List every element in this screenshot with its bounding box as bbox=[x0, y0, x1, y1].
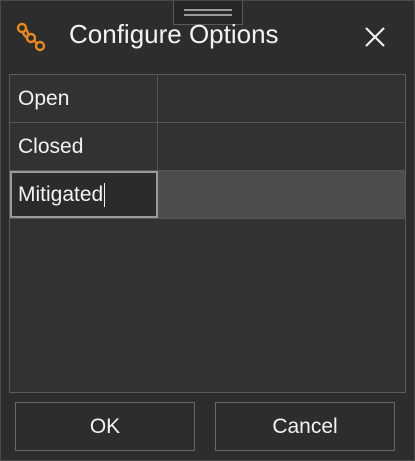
table-row-selected[interactable]: Mitigated bbox=[10, 171, 405, 219]
option-name-cell[interactable]: Open bbox=[10, 75, 158, 122]
cancel-button[interactable]: Cancel bbox=[215, 402, 395, 451]
configure-options-dialog: Configure Options Open Closed Mitigated … bbox=[0, 0, 415, 461]
table-row[interactable]: Closed bbox=[10, 123, 405, 171]
dialog-title: Configure Options bbox=[69, 19, 279, 49]
ok-button[interactable]: OK bbox=[15, 402, 195, 451]
option-name-input-text: Mitigated bbox=[18, 183, 104, 206]
close-icon bbox=[365, 27, 385, 47]
workflow-nodes-icon bbox=[15, 21, 47, 53]
option-value-cell[interactable] bbox=[158, 123, 405, 170]
option-name-editor[interactable]: Mitigated bbox=[10, 171, 158, 218]
close-button[interactable] bbox=[357, 19, 393, 55]
text-caret bbox=[104, 183, 106, 208]
option-name-cell[interactable]: Closed bbox=[10, 123, 158, 170]
options-grid: Open Closed Mitigated bbox=[9, 74, 406, 393]
table-row[interactable]: Open bbox=[10, 75, 405, 123]
title-bar: Configure Options bbox=[1, 1, 414, 69]
option-value-cell[interactable] bbox=[158, 171, 405, 218]
option-value-cell[interactable] bbox=[158, 75, 405, 122]
